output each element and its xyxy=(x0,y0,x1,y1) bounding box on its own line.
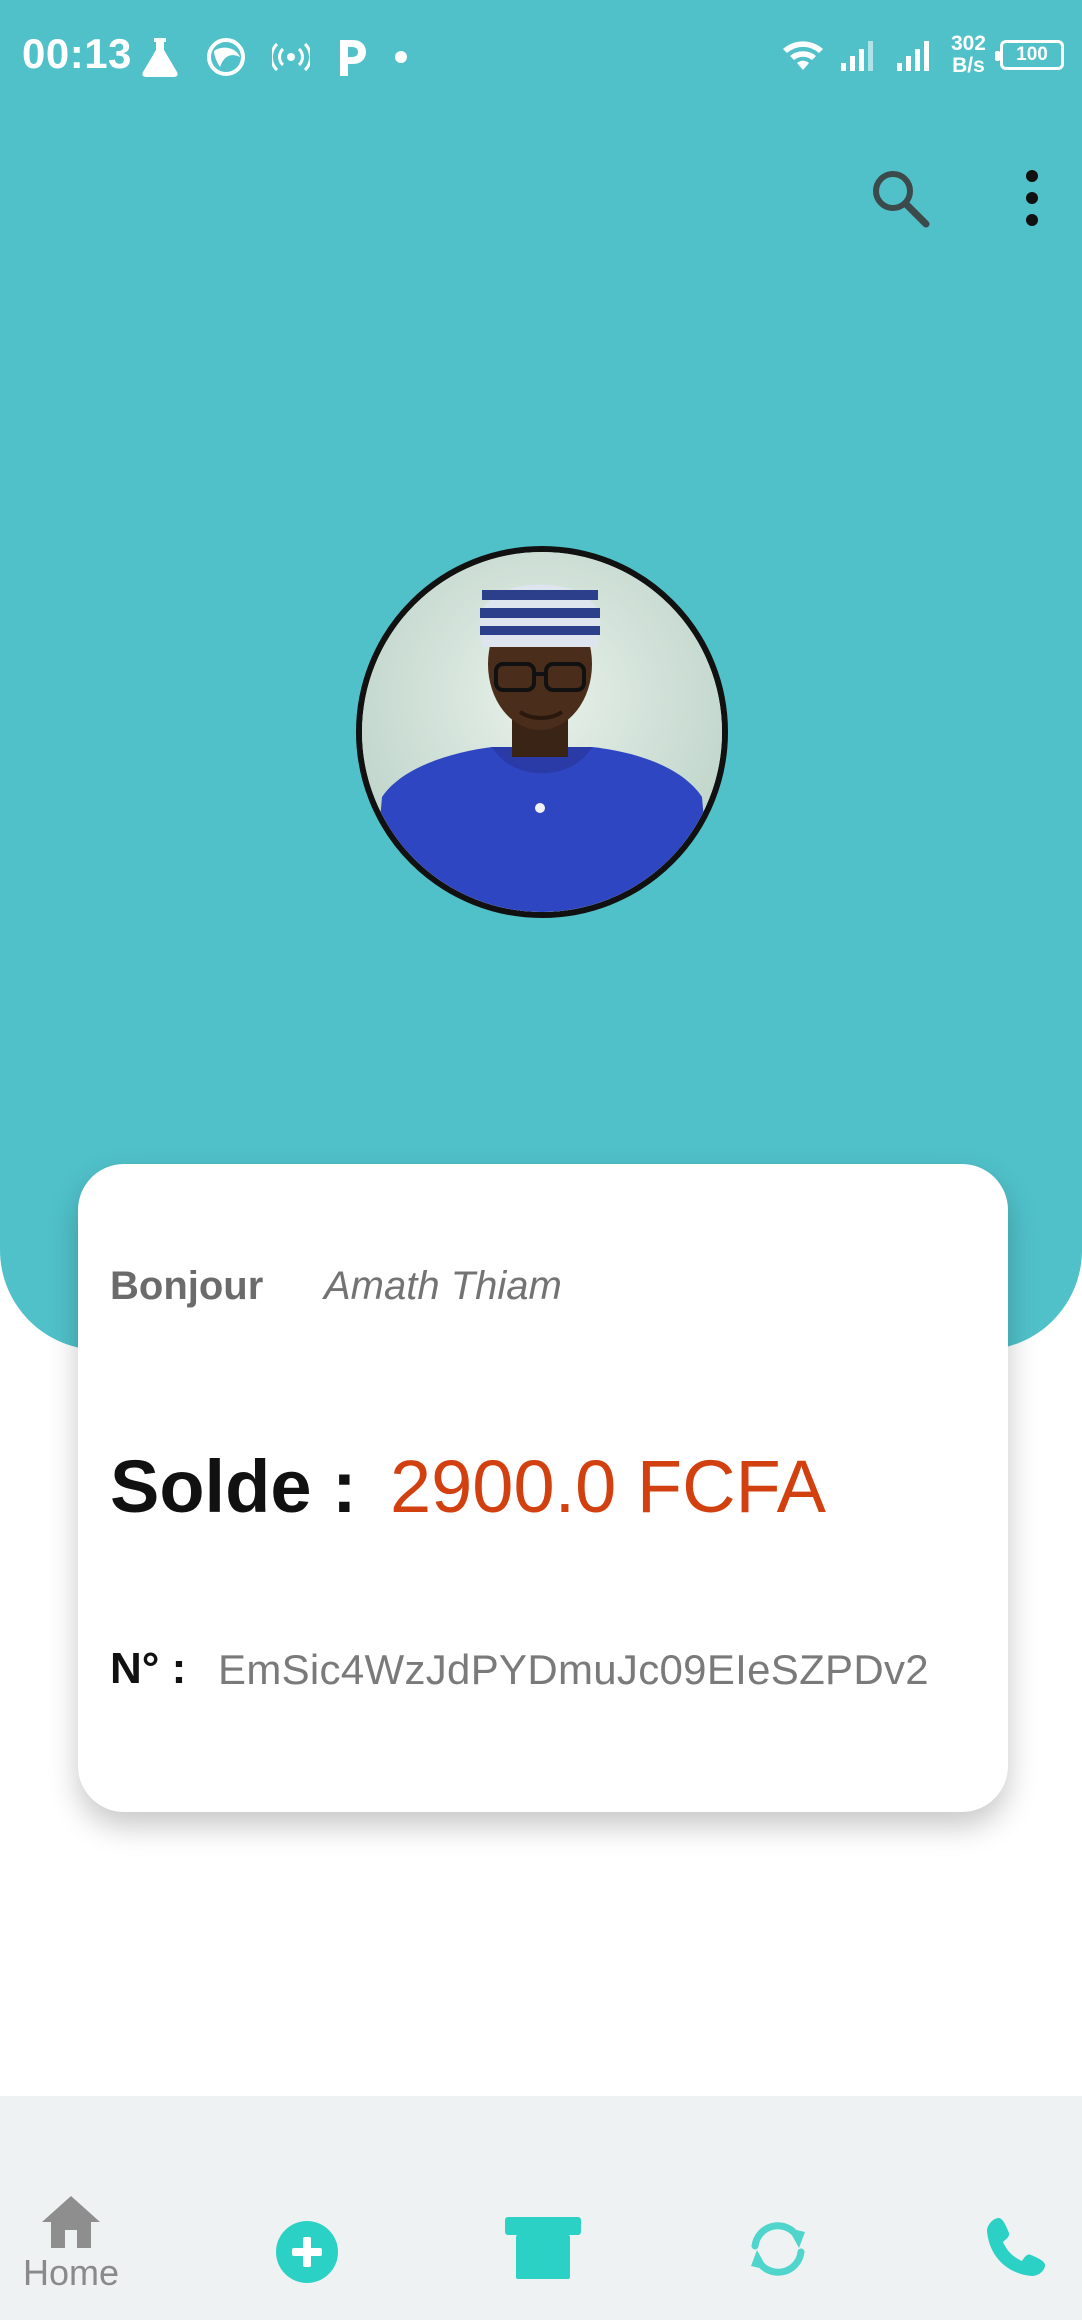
dot-icon xyxy=(395,51,407,63)
shop-icon xyxy=(505,2217,581,2279)
parking-p-icon xyxy=(340,40,366,76)
nav-sync[interactable] xyxy=(740,2096,816,2320)
network-speed: 302 B/s xyxy=(951,33,986,77)
add-circle-icon xyxy=(276,2221,338,2283)
balance-value: 2900.0 FCFA xyxy=(390,1445,827,1528)
status-time: 00:13 xyxy=(22,30,132,77)
phone-icon xyxy=(987,2218,1045,2276)
sync-icon xyxy=(751,2222,805,2276)
user-name: Amath Thiam xyxy=(324,1264,562,1308)
bottom-navigation: Home xyxy=(0,2096,1082,2320)
search-icon[interactable] xyxy=(868,166,932,230)
account-number-label: N° : xyxy=(110,1644,187,1693)
greeting-label: Bonjour xyxy=(110,1264,264,1308)
signal-bars-icon xyxy=(840,41,873,71)
wifi-icon xyxy=(782,41,823,70)
hotspot-icon xyxy=(272,42,310,72)
profile-avatar[interactable] xyxy=(356,546,728,918)
signal-bars-icon xyxy=(896,41,929,71)
nav-add[interactable] xyxy=(272,2096,342,2320)
battery-icon: 100 xyxy=(995,40,1064,70)
flask-icon xyxy=(142,38,178,77)
account-number-value: EmSic4WzJdPYDmuJc09EIeSZPDv2 xyxy=(218,1646,929,1693)
nav-call[interactable] xyxy=(980,2096,1052,2320)
network-speed-value: 302 xyxy=(950,32,986,55)
battery-level: 100 xyxy=(1016,44,1048,65)
status-bar: 00:13 302 B/s 100 xyxy=(0,0,1082,110)
bird-icon xyxy=(207,38,245,76)
status-icons-left xyxy=(140,32,408,82)
network-speed-unit: B/s xyxy=(952,54,985,77)
more-vertical-icon[interactable] xyxy=(1016,166,1048,230)
home-icon xyxy=(42,2196,100,2248)
nav-shop[interactable] xyxy=(503,2096,583,2320)
account-card: Bonjour Amath Thiam Solde : 2900.0 FCFA … xyxy=(78,1164,1008,1812)
status-icons-right: 302 B/s 100 xyxy=(781,28,1064,82)
nav-home[interactable]: Home xyxy=(12,2096,130,2320)
balance-label: Solde : xyxy=(110,1445,357,1528)
nav-home-label: Home xyxy=(22,2252,120,2293)
profile-photo xyxy=(362,552,722,912)
